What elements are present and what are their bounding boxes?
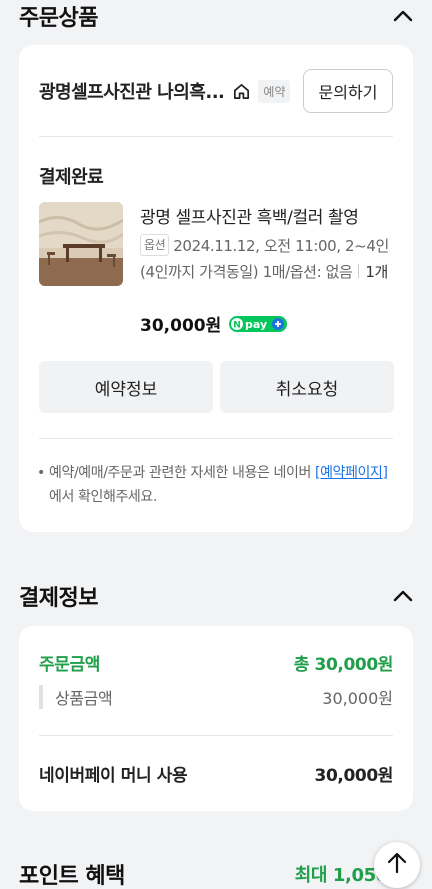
store-name[interactable]: 광명셀프사진관 나의흑... [39, 78, 225, 104]
order-amount-value: 총 30,000원 [293, 654, 394, 675]
product-price: 30,000원 [140, 316, 222, 336]
inquiry-button[interactable]: 문의하기 [303, 69, 393, 113]
cancel-request-button[interactable]: 취소요청 [220, 361, 394, 413]
qty-separator [358, 264, 360, 278]
reservation-badge: 예약 [258, 79, 291, 103]
quantity: 1개 [365, 263, 388, 281]
order-amount-label: 주문금액 [39, 654, 100, 675]
reservation-info-button[interactable]: 예약정보 [39, 361, 213, 413]
npay-icon: N pay [229, 315, 288, 332]
product-name[interactable]: 광명 셀프사진관 흑백/컬러 촬영 [140, 203, 359, 228]
product-amount-label: 상품금액 [55, 689, 113, 708]
product-thumbnail[interactable] [39, 202, 123, 286]
divider [39, 735, 393, 736]
store-row: 광명셀프사진관 나의흑... 예약 문의하기 [39, 69, 393, 113]
home-icon[interactable] [232, 81, 252, 101]
chevron-up-icon[interactable] [392, 585, 414, 607]
price-row: 30,000원 N pay [140, 311, 288, 336]
notice-suffix: 에서 확인해주세요. [49, 489, 157, 505]
product-amount-row: 상품금액 30,000원 [39, 684, 393, 710]
order-status: 결제완료 [39, 167, 104, 188]
order-section-header[interactable]: 주문상품 [19, 2, 414, 31]
naverpay-row: 네이버페이 머니 사용 30,000원 [39, 761, 394, 786]
payment-card: 주문금액 총 30,000원 상품금액 30,000원 네이버페이 머니 사용 … [19, 626, 413, 811]
arrow-up-icon [387, 852, 407, 878]
product-amount-value: 30,000원 [322, 689, 393, 708]
order-section-title: 주문상품 [19, 6, 98, 31]
npay-label: pay [245, 318, 267, 331]
chevron-up-icon[interactable] [392, 5, 414, 27]
payment-section-header[interactable]: 결제정보 [19, 582, 414, 611]
divider [39, 438, 393, 439]
indent-bar [39, 685, 43, 709]
divider [39, 136, 393, 137]
option-text: 2024.11.12, 오전 11:00, 2~4인(4인까지 가격동일) 1매… [140, 237, 389, 281]
point-section-title: 포인트 혜택 [19, 864, 125, 889]
option-badge: 옵션 [140, 234, 170, 256]
order-amount-row: 주문금액 총 30,000원 [39, 650, 394, 675]
point-section-header[interactable]: 포인트 혜택 최대 1,050원 [19, 860, 414, 889]
notice-text: • 예약/예매/주문과 관련한 자세한 내용은 네이버 [예약페이지]에서 확인해… [37, 465, 388, 505]
notice-prefix: 예약/예매/주문과 관련한 자세한 내용은 네이버 [49, 465, 316, 481]
reservation-page-link[interactable]: [예약페이지] [315, 465, 388, 481]
payment-section-title: 결제정보 [19, 586, 98, 611]
product-option: 옵션 2024.11.12, 오전 11:00, 2~4인(4인까지 가격동일) … [140, 233, 394, 285]
scroll-top-button[interactable] [374, 842, 420, 888]
naverpay-label: 네이버페이 머니 사용 [39, 765, 188, 786]
order-card: 광명셀프사진관 나의흑... 예약 문의하기 결제완료 광명 셀프사진관 흑백/… [19, 45, 413, 532]
naverpay-value: 30,000원 [314, 765, 394, 786]
svg-text:N: N [233, 320, 241, 330]
